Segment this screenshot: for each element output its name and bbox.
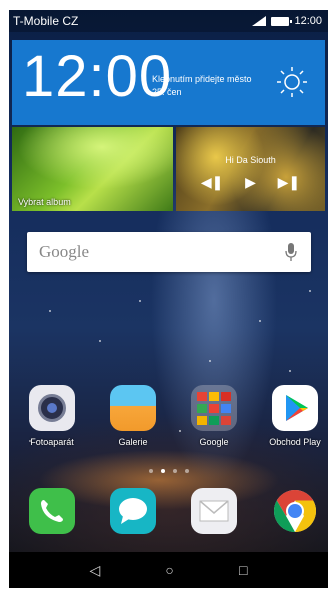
google-logo: Google: [39, 242, 90, 261]
album-widget[interactable]: Vybrat album: [12, 127, 173, 211]
app-google-folder[interactable]: Google: [182, 385, 246, 447]
app-camera[interactable]: Fotoaparát: [20, 385, 84, 447]
clock-date: 25. čen: [152, 87, 182, 97]
play-icon[interactable]: ▶: [245, 174, 256, 191]
music-widget[interactable]: Hi Da Siouth ◀❚ ▶ ▶❚: [176, 127, 325, 211]
play-store-icon: [272, 385, 318, 431]
recents-icon[interactable]: □: [239, 562, 247, 578]
page-dot-active[interactable]: [160, 469, 165, 473]
phone-icon[interactable]: [29, 488, 75, 534]
sun-icon: [277, 67, 307, 97]
page-dot[interactable]: [148, 469, 153, 473]
clock-time: 12:00: [22, 44, 173, 109]
page-dot[interactable]: [172, 469, 177, 473]
back-icon[interactable]: ◁: [90, 562, 101, 579]
app-label: Fotoaparát: [30, 437, 74, 447]
previous-icon[interactable]: ◀❚: [201, 174, 224, 191]
select-album-label: Vybrat album: [18, 197, 71, 207]
signal-icon: [252, 16, 267, 26]
page-indicator: [9, 469, 328, 473]
chrome-icon[interactable]: [272, 488, 318, 534]
page-dot[interactable]: [184, 469, 189, 473]
google-search-bar[interactable]: Google: [27, 232, 311, 272]
track-title: Hi Da Siouth: [225, 155, 276, 165]
clock-weather-widget[interactable]: 12:00 Klepnutím přidejte město 25. čen: [12, 40, 325, 125]
home-screen: T-Mobile CZ 12:00 12:00 Klepnutím přidej…: [9, 10, 328, 588]
home-icon[interactable]: ○: [165, 562, 173, 578]
messages-icon[interactable]: [110, 488, 156, 534]
next-icon[interactable]: ▶❚: [278, 174, 301, 191]
app-label: Obchod Play: [269, 437, 321, 447]
app-label: Galerie: [118, 437, 148, 447]
camera-icon: [29, 385, 75, 431]
app-label: Google: [199, 437, 229, 447]
battery-icon: [271, 16, 293, 26]
gallery-icon: [110, 385, 156, 431]
app-gallery[interactable]: Galerie: [101, 385, 165, 447]
app-play-store[interactable]: Obchod Play: [263, 385, 327, 447]
navigation-bar: ◁ ○ □: [9, 552, 328, 588]
email-icon[interactable]: [191, 488, 237, 534]
google-folder-icon: [191, 385, 237, 431]
carrier-name: T-Mobile CZ: [13, 14, 79, 28]
add-city-hint[interactable]: Klepnutím přidejte město: [152, 73, 252, 86]
mic-icon[interactable]: [285, 243, 297, 261]
status-time: 12:00: [294, 15, 322, 27]
status-bar: T-Mobile CZ 12:00: [9, 10, 328, 32]
